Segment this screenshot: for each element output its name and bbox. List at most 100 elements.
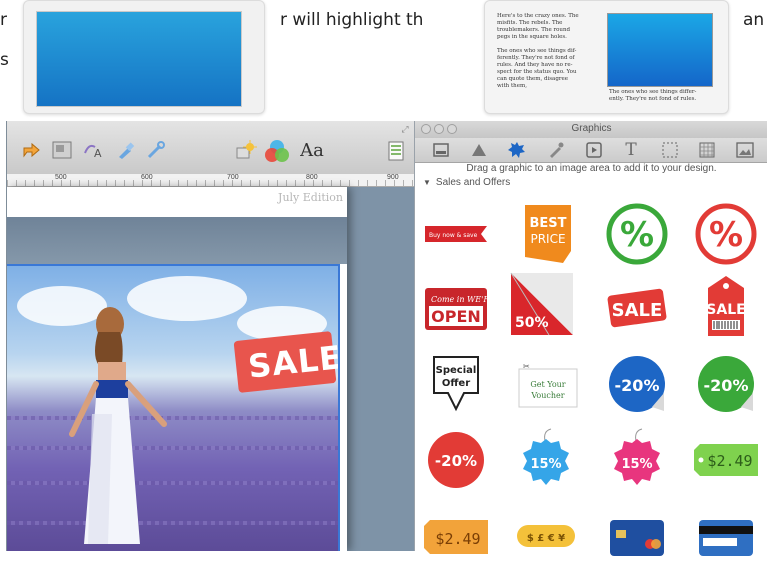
graphic-subtext: Come in WE'RE (431, 295, 489, 304)
layout-icon[interactable] (51, 140, 73, 160)
svg-text:Get Your: Get Your (530, 380, 565, 389)
graphic-text: $2.49 (435, 530, 480, 548)
sale-graphic-text: SALE (246, 338, 340, 386)
graphic-text: SALE (706, 302, 745, 318)
svg-text:A: A (94, 147, 102, 159)
tutorial-text-s: s (0, 50, 9, 70)
pen-icon[interactable] (546, 140, 566, 160)
graphic-come-in-open-sign[interactable]: Come in WE'RE OPEN (421, 274, 491, 344)
graphic-sale-hang-tag[interactable]: SALE (691, 271, 761, 341)
graphic-text: $ £ € ¥ (527, 533, 565, 544)
graphics-panel: Graphics T Drag a graphic to an image ar… (414, 121, 767, 556)
graphic-percent-green-stamp[interactable]: % (602, 199, 672, 269)
ruler-label-900: 900 (387, 174, 399, 181)
svg-text:Special: Special (436, 365, 477, 376)
graphic-text: -20% (435, 452, 477, 470)
brush-icon[interactable] (115, 140, 137, 160)
ruler-label-700: 700 (227, 174, 239, 181)
svg-text:Offer: Offer (442, 378, 470, 389)
graphic-special-offer-sign[interactable]: Special Offer (421, 349, 491, 419)
graphic-credit-card-blue[interactable] (602, 503, 672, 573)
lavender-photo[interactable]: SALE (7, 264, 340, 551)
drag-hint: Drag a graphic to an image area to add i… (466, 163, 717, 174)
zoom-button[interactable] (447, 124, 457, 134)
media-icon[interactable] (584, 140, 604, 160)
graphic-best-price-tag[interactable]: BEST PRICE (513, 199, 583, 269)
graphics-panel-titlebar: Graphics (415, 121, 767, 139)
expand-icon[interactable]: ⤢ (399, 123, 411, 135)
graphic-price-249-orange[interactable]: $2.49 (421, 501, 491, 571)
tools-icon[interactable] (145, 140, 167, 160)
document-canvas[interactable]: July Edition SALE (7, 187, 417, 551)
svg-text:✂: ✂ (523, 362, 530, 371)
close-button[interactable] (421, 124, 431, 134)
badge-icon[interactable] (507, 140, 527, 160)
text-style-icon[interactable]: A (83, 140, 105, 160)
graphic-price-249-green[interactable]: $2.49 (691, 425, 761, 495)
svg-text:PRICE: PRICE (530, 232, 565, 246)
tutorial-text-mid: r will highlight th (280, 10, 424, 30)
sparkle-icon[interactable] (235, 140, 257, 162)
colors-icon[interactable] (263, 138, 291, 164)
graphic-text: Buy now & save (429, 232, 478, 239)
graphic-credit-card-back[interactable] (691, 503, 761, 573)
thumb-text-line: pegs in the square holes. (497, 34, 567, 40)
thumb-text-line: The ones who see things differ- (609, 89, 697, 95)
graphic-buy-now-ribbon[interactable]: Buy now & save (421, 199, 491, 269)
ruler-label-800: 800 (306, 174, 318, 181)
document-window: A Aa ⤢ 500 600 700 800 900 July Edition (6, 121, 417, 551)
graphic-fifty-percent-corner[interactable]: 50% (507, 269, 577, 339)
graphic-fifteen-blue-tag[interactable]: 15% (511, 425, 581, 495)
graphic-text: 15% (530, 457, 561, 472)
layout-thumbnail-2: Here's to the crazy ones. The misfits. Th… (484, 0, 729, 114)
graphic-text: -20% (615, 376, 660, 395)
graphic-text: $2.49 (707, 452, 752, 470)
thumb-text-line: misfits. The rebels. The (497, 20, 563, 26)
thumb-text-line: ently. They're not fond of rules. (609, 96, 697, 102)
page-header-band (7, 217, 347, 264)
graphic-minus-20-green[interactable]: -20% (691, 349, 761, 419)
fonts-icon[interactable]: Aa (297, 139, 327, 161)
ruler-ticks (7, 180, 417, 186)
layout-thumbnail-1 (23, 0, 265, 114)
section-header[interactable]: ▼ Sales and Offers (423, 177, 510, 188)
graphic-text: OPEN (431, 307, 481, 326)
text-icon[interactable]: T (621, 140, 641, 160)
list-icon[interactable] (387, 140, 405, 162)
shape-icon[interactable] (469, 140, 489, 160)
document-page[interactable]: July Edition SALE (7, 187, 347, 551)
document-toolbar: A Aa ⤢ (7, 121, 417, 175)
graphic-fifteen-pink-tag[interactable]: 15% (602, 425, 672, 495)
thumb-text-line (497, 41, 597, 48)
graphic-coins-tag[interactable]: $ £ € ¥ (511, 501, 581, 571)
woman-figure (69, 307, 167, 544)
minimize-button[interactable] (434, 124, 444, 134)
blue-image-placeholder-2 (607, 13, 713, 87)
tutorial-text-left: r (0, 10, 7, 30)
pattern-icon[interactable] (697, 140, 717, 160)
graphic-text: -20% (704, 376, 749, 395)
graphic-sale-sticker[interactable]: SALE (602, 274, 672, 344)
ruler-label-600: 600 (141, 174, 153, 181)
section-label: Sales and Offers (435, 177, 511, 188)
graphic-text: % (709, 215, 743, 255)
thumb-text-line: can quote them, disagree (497, 76, 568, 82)
graphic-text: 15% (621, 457, 652, 472)
image-icon[interactable] (735, 140, 755, 160)
selection-icon[interactable] (660, 140, 680, 160)
edition-label[interactable]: July Edition (278, 191, 343, 204)
ruler-label-500: 500 (55, 174, 67, 181)
disclosure-triangle-icon[interactable]: ▼ (423, 178, 431, 187)
thumb-text-line: with them, (497, 83, 527, 89)
thumb-text-line: Here's to the crazy ones. The (497, 13, 579, 19)
share-icon[interactable] (21, 140, 41, 160)
frame-icon[interactable] (431, 140, 451, 160)
svg-text:Voucher: Voucher (530, 391, 564, 400)
graphic-percent-red-stamp[interactable]: % (691, 199, 761, 269)
graphic-text: 50% (515, 315, 549, 331)
graphic-minus-20-red[interactable]: -20% (421, 425, 491, 495)
graphic-minus-20-blue[interactable]: -20% (602, 349, 672, 419)
sale-graphic[interactable]: SALE (233, 331, 340, 393)
horizontal-ruler: 500 600 700 800 900 (7, 174, 417, 187)
graphic-get-your-voucher[interactable]: ✂ Get Your Voucher (513, 351, 583, 421)
